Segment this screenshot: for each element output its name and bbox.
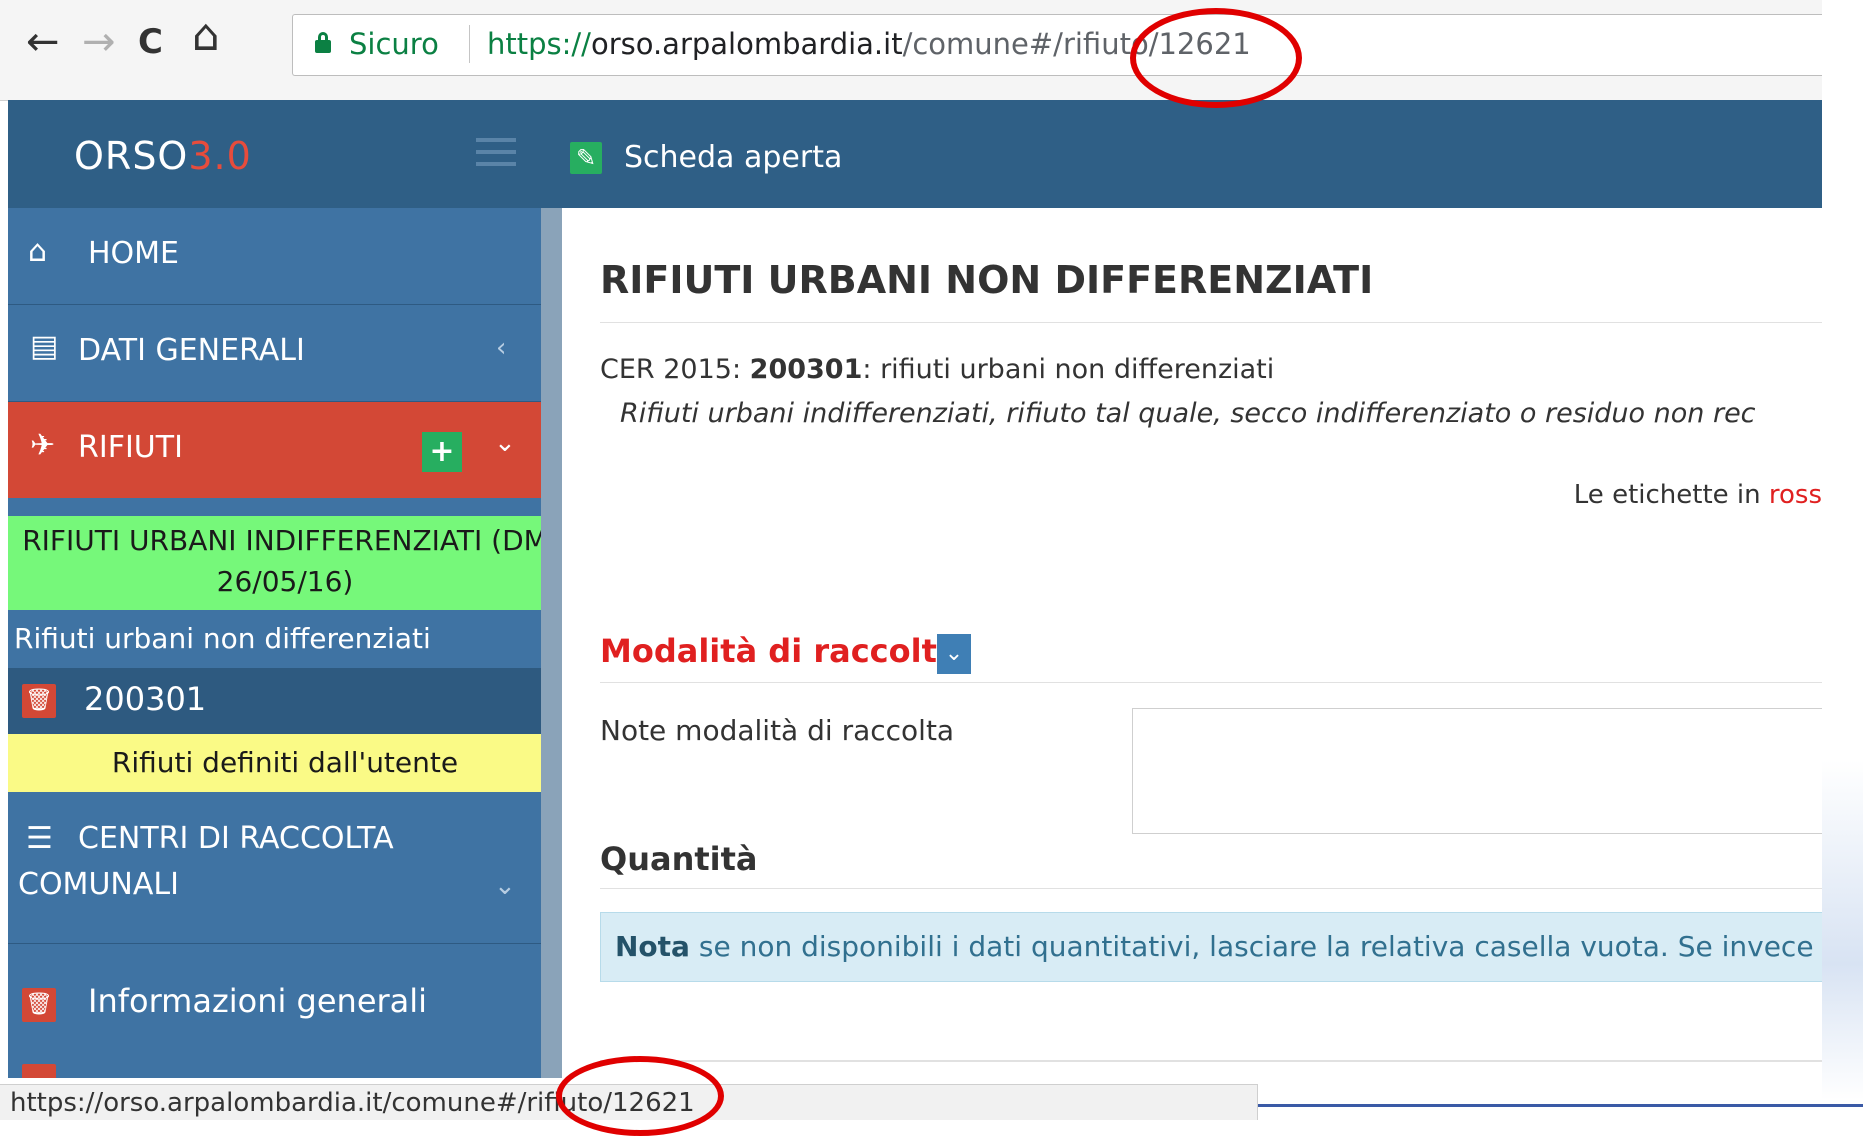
user-defined-header[interactable]: Rifiuti definiti dall'utente [8, 734, 562, 792]
alert-text: Nota se non disponibili i dati quantitat… [615, 930, 1822, 963]
app-logo[interactable]: ORSO3.0 [74, 134, 252, 178]
labels-note: Le etichette in ross [1574, 480, 1822, 510]
group-label-line1: RIFIUTI URBANI INDIFFERENZIATI (DM [22, 524, 548, 557]
home-icon[interactable]: ⌂ [192, 14, 220, 58]
back-icon[interactable]: ← [26, 22, 60, 62]
status-highlight-circle [556, 1056, 724, 1136]
sidebar-item-label: DATI GENERALI [78, 333, 305, 368]
cer-code: 200301 [749, 354, 863, 385]
sidebar-scrollbar[interactable] [541, 208, 562, 1078]
chevron-left-icon[interactable]: ‹ [496, 333, 506, 363]
note-modalita-field[interactable] [1132, 708, 1822, 834]
chevron-down-icon[interactable]: ⌄ [494, 428, 516, 458]
page-title: RIFIUTI URBANI NON DIFFERENZIATI [600, 258, 1374, 302]
home-menu-icon: ⌂ [28, 234, 48, 269]
section-quantita-title: Quantità [600, 840, 758, 878]
section-divider [600, 682, 1822, 683]
cer-prefix: CER 2015: [600, 354, 750, 385]
sidebar-item-informazioni-generali[interactable]: Informazioni generali [88, 982, 427, 1020]
reload-icon[interactable]: C [138, 22, 163, 62]
rocket-icon: ✈ [30, 428, 56, 463]
labels-note-red: ross [1768, 480, 1822, 510]
forward-icon[interactable]: → [82, 22, 116, 62]
sidebar-item-label: RIFIUTI [78, 430, 183, 465]
logo-version: 3.0 [188, 134, 252, 178]
cer-line: CER 2015: 200301: rifiuti urbani non dif… [600, 354, 1274, 385]
section-modalita-title: Modalità di raccolta [600, 632, 959, 670]
group-label-line2: 26/05/16) [216, 565, 354, 598]
url-scheme: https:// [487, 27, 591, 61]
add-rifiuto-button[interactable]: + [422, 432, 462, 472]
address-bar[interactable]: Sicuro https://orso.arpalombardia.it/com… [292, 14, 1823, 76]
labels-note-prefix: Le etichette in [1573, 480, 1769, 510]
rifiuti-subgroup-title: Rifiuti urbani non differenziati [14, 622, 431, 655]
chevron-down-icon[interactable]: ⌄ [494, 871, 516, 901]
sidebar-item-dati-generali[interactable]: ▤ DATI GENERALI ‹ [8, 305, 541, 402]
address-separator [469, 25, 470, 63]
section-divider [600, 888, 1822, 889]
app-header: ORSO3.0 ✎ Scheda aperta [8, 100, 1822, 208]
alert-body: se non disponibili i dati quantitativi, … [689, 930, 1822, 963]
trash-icon[interactable] [22, 1064, 56, 1078]
rifiuto-code: 200301 [84, 680, 207, 718]
trash-icon[interactable]: 🗑 [22, 684, 56, 718]
note-modalita-label: Note modalità di raccolta [600, 714, 955, 747]
cer-description: Rifiuti urbani indifferenziati, rifiuto … [620, 398, 1756, 429]
slide-rule [1822, 1104, 1863, 1107]
document-icon: ▤ [30, 329, 59, 364]
cer-suffix: : rifiuti urbani non differenziati [862, 354, 1275, 385]
sidebar-item-rifiuti[interactable]: ✈ RIFIUTI + ⌄ [8, 402, 541, 498]
main-content: RIFIUTI URBANI NON DIFFERENZIATI CER 201… [562, 208, 1822, 1078]
content-bottom-divider [600, 1060, 1822, 1062]
menu-toggle-icon[interactable] [476, 138, 516, 172]
secure-label[interactable]: Sicuro [349, 27, 439, 61]
pencil-icon: ✎ [570, 142, 602, 174]
browser-toolbar: ← → C ⌂ Sicuro https://orso.arpalombardi… [0, 0, 1823, 101]
slide-decoration [1822, 760, 1863, 1100]
info-alert: Nota se non disponibili i dati quantitat… [600, 912, 1822, 982]
url-highlight-circle [1130, 8, 1302, 108]
trash-icon[interactable]: 🗑 [22, 988, 56, 1022]
title-divider [600, 322, 1822, 323]
sidebar-item-home[interactable]: ⌂ HOME [8, 208, 541, 305]
sidebar-item-label-line2: COMUNALI [18, 867, 179, 902]
sidebar-item-label: HOME [88, 236, 180, 271]
sidebar-item-label-line1: CENTRI DI RACCOLTA [78, 821, 394, 856]
rifiuto-code-item[interactable]: 🗑 200301 [8, 668, 562, 734]
alert-bold: Nota [615, 930, 690, 963]
logo-main: ORSO [74, 134, 189, 178]
sidebar-item-centri[interactable]: ☰ CENTRI DI RACCOLTA COMUNALI ⌄ [8, 793, 541, 944]
url-host: orso.arpalombardia.it [590, 27, 903, 61]
slide-rule-bottom [1258, 1104, 1822, 1107]
header-status: Scheda aperta [624, 140, 843, 175]
lock-icon[interactable] [315, 32, 331, 53]
rifiuti-group-header[interactable]: RIFIUTI URBANI INDIFFERENZIATI (DM 26/05… [8, 516, 562, 610]
collapse-modalita-button[interactable]: ⌄ [937, 634, 971, 674]
sidebar: ⌂ HOME ▤ DATI GENERALI ‹ ✈ RIFIUTI + ⌄ R… [8, 208, 562, 1078]
database-icon: ☰ [26, 821, 53, 856]
